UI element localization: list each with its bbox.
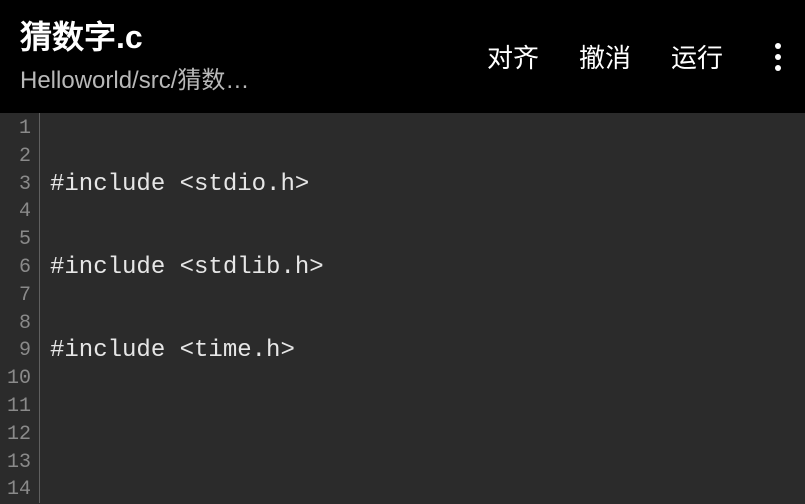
app-header: 猜数字.c Helloworld/src/猜数… 对齐 撤消 运行	[0, 0, 805, 113]
code-line[interactable]	[50, 421, 655, 449]
line-number: 9	[0, 337, 31, 365]
code-editor[interactable]: 1 2 3 4 5 6 7 8 9 10 11 12 13 14 #includ…	[0, 113, 805, 503]
file-title: 猜数字.c	[20, 18, 487, 56]
line-number: 14	[0, 476, 31, 504]
line-number: 10	[0, 365, 31, 393]
line-number: 7	[0, 282, 31, 310]
line-number: 5	[0, 226, 31, 254]
code-line[interactable]: #include <stdio.h>	[50, 171, 655, 199]
line-number-gutter: 1 2 3 4 5 6 7 8 9 10 11 12 13 14	[0, 113, 40, 503]
file-path: Helloworld/src/猜数…	[20, 60, 487, 95]
overflow-menu-icon[interactable]	[771, 35, 785, 79]
undo-button[interactable]: 撤消	[579, 38, 631, 75]
line-number: 8	[0, 310, 31, 338]
line-number: 2	[0, 143, 31, 171]
code-line[interactable]: #include <stdlib.h>	[50, 254, 655, 282]
header-actions: 对齐 撤消 运行	[487, 35, 785, 79]
line-number: 11	[0, 393, 31, 421]
line-number: 3	[0, 171, 31, 199]
line-number: 12	[0, 421, 31, 449]
line-number: 1	[0, 115, 31, 143]
code-content[interactable]: #include <stdio.h> #include <stdlib.h> #…	[40, 113, 655, 503]
title-block: 猜数字.c Helloworld/src/猜数…	[20, 18, 487, 95]
line-number: 4	[0, 198, 31, 226]
run-button[interactable]: 运行	[671, 38, 723, 75]
code-line[interactable]: #include <time.h>	[50, 337, 655, 365]
line-number: 13	[0, 449, 31, 477]
align-button[interactable]: 对齐	[487, 38, 539, 75]
line-number: 6	[0, 254, 31, 282]
